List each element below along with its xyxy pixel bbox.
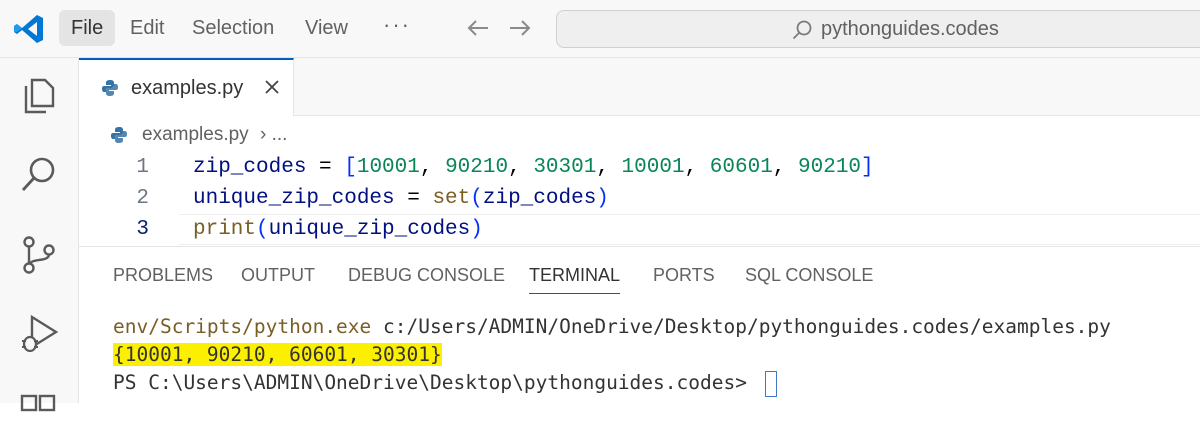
line-number: 2	[136, 187, 149, 210]
code-text: zip_codes = [10001, 90210, 30301, 10001,…	[193, 152, 874, 183]
menu-selection[interactable]: Selection	[180, 10, 286, 46]
code-token: )	[470, 218, 483, 241]
terminal-command-line: env/Scripts/python.exe c:/Users/ADMIN/On…	[113, 313, 1111, 341]
tab-examples-py[interactable]: examples.py	[79, 58, 294, 116]
tab-sql-console[interactable]: SQL CONSOLE	[745, 257, 873, 293]
vscode-logo-icon[interactable]	[12, 12, 46, 46]
code-token: 10001	[356, 156, 420, 179]
code-token: ]	[861, 156, 874, 179]
code-token: 90210	[445, 156, 509, 179]
python-file-icon	[111, 127, 127, 143]
run-debug-icon[interactable]	[18, 313, 60, 355]
close-icon[interactable]	[261, 76, 283, 98]
breadcrumb-file[interactable]: examples.py	[142, 120, 249, 150]
code-token: 30301	[533, 156, 597, 179]
code-token: unique_zip_codes	[193, 187, 395, 210]
tab-problems[interactable]: PROBLEMS	[113, 257, 213, 293]
search-sidebar-icon[interactable]	[18, 154, 60, 196]
code-token: set	[432, 187, 471, 210]
menu-view[interactable]: View	[293, 10, 360, 46]
line-number: 1	[136, 156, 149, 179]
code-token: zip_codes	[193, 156, 307, 179]
code-editor[interactable]: 1 zip_codes = [10001, 90210, 30301, 10001…	[79, 152, 1200, 245]
code-token: )	[596, 187, 609, 210]
code-token: unique_zip_codes	[268, 218, 471, 241]
more-menu-button[interactable]: ···	[383, 10, 411, 46]
code-token: 60601	[709, 156, 773, 179]
bottom-panel: PROBLEMS OUTPUT DEBUG CONSOLE TERMINAL P…	[79, 246, 1200, 404]
code-text: unique_zip_codes = set(zip_codes)	[193, 183, 609, 214]
command-center-search[interactable]: pythonguides.codes	[556, 10, 1200, 48]
arrow-right-icon[interactable]	[506, 14, 534, 42]
terminal-command: env/Scripts/python.exe	[113, 315, 372, 338]
terminal-prompt-line[interactable]: PS C:\Users\ADMIN\OneDrive\Desktop\pytho…	[113, 369, 777, 397]
extensions-icon[interactable]	[18, 388, 60, 430]
source-control-icon[interactable]	[18, 234, 60, 276]
editor-tab-bar: examples.py	[79, 58, 1200, 116]
code-token: 90210	[798, 156, 862, 179]
code-token: zip_codes	[482, 187, 597, 210]
code-token: =	[394, 187, 433, 210]
terminal-output: {10001, 90210, 60601, 30301}	[113, 343, 442, 366]
terminal-output-line: {10001, 90210, 60601, 30301}	[113, 341, 442, 369]
menu-edit[interactable]: Edit	[118, 10, 176, 46]
tab-terminal[interactable]: TERMINAL	[529, 257, 621, 294]
line-number: 3	[136, 218, 149, 241]
title-bar: File Edit Selection View ··· pythonguide…	[0, 0, 1200, 58]
tab-debug-console[interactable]: DEBUG CONSOLE	[348, 257, 505, 293]
tab-label: examples.py	[131, 77, 244, 99]
terminal-prompt: PS C:\Users\ADMIN\OneDrive\Desktop\pytho…	[113, 371, 759, 394]
search-icon	[792, 20, 812, 40]
code-token: print	[193, 218, 257, 241]
code-token: ,	[596, 156, 622, 179]
terminal-cursor	[764, 370, 777, 397]
python-file-icon	[102, 80, 118, 96]
tab-output[interactable]: OUTPUT	[241, 257, 315, 293]
code-token: [	[344, 156, 357, 179]
code-token: ,	[508, 156, 534, 179]
tab-ports[interactable]: PORTS	[653, 257, 715, 293]
code-token: (	[256, 218, 269, 241]
code-token: 10001	[621, 156, 685, 179]
explorer-icon[interactable]	[18, 74, 60, 116]
arrow-left-icon[interactable]	[464, 14, 492, 42]
code-token: (	[470, 187, 483, 210]
code-token: ,	[684, 156, 710, 179]
code-token: ,	[772, 156, 799, 179]
breadcrumb-more[interactable]: › ...	[260, 120, 287, 150]
code-token: ,	[419, 156, 446, 179]
code-text: print(unique_zip_codes)	[193, 214, 483, 245]
activity-bar	[0, 58, 79, 412]
code-token: =	[306, 156, 345, 179]
search-text: pythonguides.codes	[821, 18, 999, 40]
terminal-argument: c:/Users/ADMIN/OneDrive/Desktop/pythongu…	[371, 315, 1111, 338]
menu-file[interactable]: File	[59, 10, 116, 46]
